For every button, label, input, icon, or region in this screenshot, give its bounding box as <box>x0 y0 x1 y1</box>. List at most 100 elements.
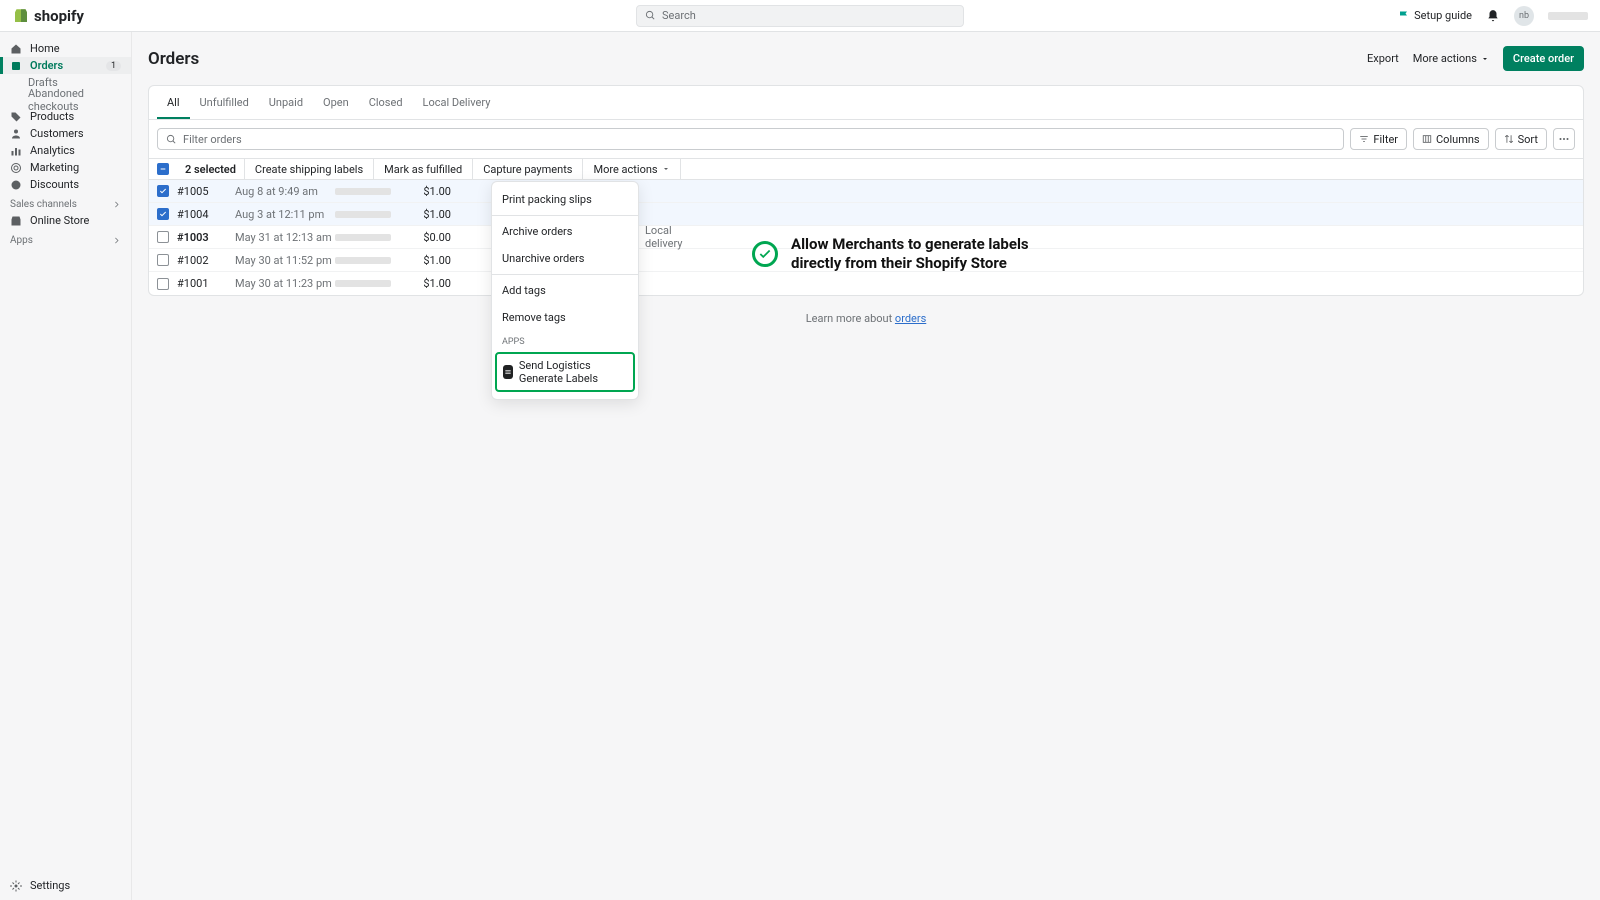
columns-icon <box>1422 134 1432 144</box>
row-checkbox[interactable] <box>157 278 169 290</box>
chevron-right-icon <box>112 236 121 245</box>
row-checkbox[interactable] <box>157 254 169 266</box>
bulk-mark-fulfilled[interactable]: Mark as fulfilled <box>374 159 473 179</box>
nav-customers[interactable]: Customers <box>0 125 131 142</box>
order-total: $0.00 <box>405 231 451 244</box>
order-id: #1005 <box>177 185 235 198</box>
nav-analytics[interactable]: Analytics <box>0 142 131 159</box>
order-date: Aug 3 at 12:11 pm <box>235 208 335 221</box>
bulk-actions-dropdown: Print packing slips Archive orders Unarc… <box>491 181 639 400</box>
dd-print-slips[interactable]: Print packing slips <box>492 186 638 213</box>
nav-home[interactable]: Home <box>0 40 131 57</box>
person-icon <box>10 128 22 140</box>
nav-settings[interactable]: Settings <box>0 877 80 894</box>
setup-guide-link[interactable]: Setup guide <box>1398 9 1472 22</box>
customer-redacted <box>335 208 405 221</box>
tab-closed[interactable]: Closed <box>359 86 413 119</box>
tab-unpaid[interactable]: Unpaid <box>259 86 313 119</box>
order-id: #1002 <box>177 254 235 267</box>
caret-down-icon <box>1481 55 1489 63</box>
page-title: Orders <box>148 49 199 69</box>
nav-section-sales[interactable]: Sales channels <box>0 193 131 212</box>
nav-orders[interactable]: Orders1 <box>0 57 131 74</box>
dd-apps-label: Apps <box>492 331 638 349</box>
flag-icon <box>1398 10 1410 22</box>
annotation-check-icon <box>752 241 778 267</box>
order-date: Aug 8 at 9:49 am <box>235 185 335 198</box>
chart-icon <box>10 145 22 157</box>
table-row[interactable]: #1001May 30 at 11:23 pm$1.00em <box>149 272 1583 295</box>
order-id: #1004 <box>177 208 235 221</box>
row-checkbox[interactable] <box>157 231 169 243</box>
bulk-create-shipping[interactable]: Create shipping labels <box>245 159 374 179</box>
search-icon <box>645 10 656 21</box>
create-order-button[interactable]: Create order <box>1503 46 1584 71</box>
row-checkbox[interactable] <box>157 185 169 197</box>
select-all-checkbox[interactable] <box>157 163 169 175</box>
order-id: #1003 <box>177 231 235 244</box>
logo[interactable]: shopify <box>12 7 84 25</box>
chevron-right-icon <box>112 200 121 209</box>
row-checkbox[interactable] <box>157 208 169 220</box>
nav-discounts[interactable]: Discounts <box>0 176 131 193</box>
order-total: $1.00 <box>405 254 451 267</box>
bulk-more-actions[interactable]: More actions <box>583 159 680 179</box>
export-link[interactable]: Export <box>1367 52 1399 65</box>
order-id: #1001 <box>177 277 235 290</box>
dd-remove-tags[interactable]: Remove tags <box>492 304 638 331</box>
store-icon <box>10 215 22 227</box>
search-icon <box>166 134 177 145</box>
home-icon <box>10 43 22 55</box>
filter-icon <box>1359 134 1369 144</box>
gear-icon <box>10 880 22 892</box>
nav-abandoned[interactable]: Abandoned checkouts <box>0 91 131 108</box>
tab-all[interactable]: All <box>157 86 190 119</box>
customer-redacted <box>335 231 405 244</box>
app-icon <box>503 365 513 379</box>
order-total: $1.00 <box>405 277 451 290</box>
nav-marketing[interactable]: Marketing <box>0 159 131 176</box>
columns-button[interactable]: Columns <box>1413 128 1489 150</box>
filter-button[interactable]: Filter <box>1350 128 1407 150</box>
sidebar: Home Orders1 Drafts Abandoned checkouts … <box>0 32 132 900</box>
tab-local-delivery[interactable]: Local Delivery <box>413 86 501 119</box>
tab-open[interactable]: Open <box>313 86 359 119</box>
annotation-text: Allow Merchants to generate labels direc… <box>791 235 1029 273</box>
tag-icon <box>10 111 22 123</box>
table-row[interactable]: #1004Aug 3 at 12:11 pm$1.00em <box>149 203 1583 226</box>
global-search[interactable]: Search <box>636 5 964 27</box>
orders-badge: 1 <box>106 61 121 71</box>
bulk-action-bar: 2 selected Create shipping labels Mark a… <box>149 158 1583 180</box>
customer-redacted <box>335 277 405 290</box>
learn-more-link[interactable]: orders <box>895 312 926 325</box>
order-date: May 31 at 12:13 am <box>235 231 335 244</box>
table-row[interactable]: #1005Aug 8 at 9:49 am$1.00em <box>149 180 1583 203</box>
more-actions-top[interactable]: More actions <box>1413 52 1489 65</box>
notifications-icon[interactable] <box>1486 9 1500 23</box>
tab-unfulfilled[interactable]: Unfulfilled <box>190 86 259 119</box>
user-avatar[interactable]: nb <box>1514 6 1534 26</box>
nav-section-apps[interactable]: Apps <box>0 229 131 248</box>
discount-icon <box>10 179 22 191</box>
customer-redacted <box>335 254 405 267</box>
customer-redacted <box>335 185 405 198</box>
dd-archive[interactable]: Archive orders <box>492 218 638 245</box>
overflow-button[interactable] <box>1553 128 1575 150</box>
brand-text: shopify <box>34 7 84 25</box>
dots-icon <box>1558 133 1570 145</box>
target-icon <box>10 162 22 174</box>
order-total: $1.00 <box>405 185 451 198</box>
dd-send-logistics[interactable]: Send Logistics Generate Labels <box>495 352 635 392</box>
main-content: Orders Export More actions Create order … <box>132 32 1600 900</box>
sort-button[interactable]: Sort <box>1495 128 1547 150</box>
bulk-capture-payments[interactable]: Capture payments <box>473 159 583 179</box>
filter-orders-input[interactable]: Filter orders <box>157 128 1344 150</box>
sort-icon <box>1504 134 1514 144</box>
store-name-redacted <box>1548 12 1588 20</box>
dd-add-tags[interactable]: Add tags <box>492 277 638 304</box>
orders-icon <box>10 60 22 72</box>
nav-online-store[interactable]: Online Store <box>0 212 131 229</box>
caret-down-icon <box>662 165 670 173</box>
search-placeholder: Search <box>662 9 696 22</box>
dd-unarchive[interactable]: Unarchive orders <box>492 245 638 272</box>
